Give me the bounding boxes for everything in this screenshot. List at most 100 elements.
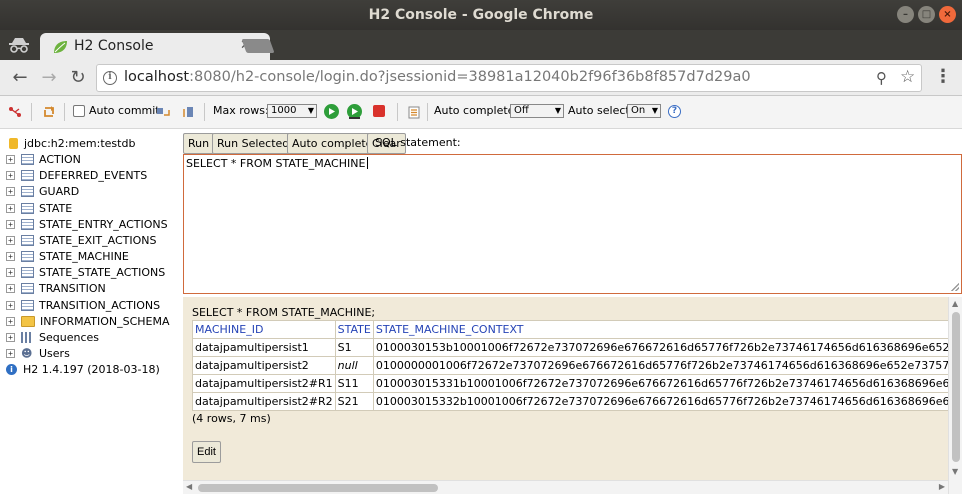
url-host: localhost bbox=[124, 69, 190, 85]
refresh-icon[interactable] bbox=[42, 105, 56, 119]
vertical-scroll-thumb[interactable] bbox=[952, 312, 960, 462]
table-cell[interactable]: datajpamultipersist2#R1 bbox=[192, 374, 336, 393]
scroll-right-icon[interactable]: ▶ bbox=[939, 482, 945, 491]
site-info-icon[interactable]: i bbox=[103, 71, 117, 85]
forward-arrow-icon[interactable]: → bbox=[37, 66, 61, 90]
auto-select-select[interactable]: On bbox=[627, 104, 661, 118]
run-selected-icon[interactable] bbox=[347, 104, 362, 119]
run-selected-button[interactable]: Run Selected bbox=[212, 133, 295, 154]
expand-icon[interactable]: + bbox=[6, 186, 15, 196]
horizontal-scrollbar[interactable]: ◀ ▶ bbox=[183, 480, 948, 494]
tree-table-guard[interactable]: + GUARD bbox=[6, 183, 79, 199]
zoom-icon[interactable]: ⚲ bbox=[876, 69, 887, 87]
table-cell[interactable]: null bbox=[334, 356, 374, 375]
table-icon bbox=[21, 282, 34, 294]
expand-icon[interactable]: + bbox=[6, 154, 15, 164]
scroll-left-icon[interactable]: ◀ bbox=[186, 482, 192, 491]
column-header[interactable]: STATE_MACHINE_CONTEXT bbox=[372, 320, 948, 339]
url-path: :8080/h2-console/login.do?jsessionid=389… bbox=[189, 69, 751, 85]
auto-complete-button[interactable]: Auto complete bbox=[287, 133, 378, 154]
tree-table-state-machine[interactable]: + STATE_MACHINE bbox=[6, 248, 129, 264]
url-text[interactable]: localhost:8080/h2-console/login.do?jsess… bbox=[124, 69, 751, 85]
bookmark-star-icon[interactable]: ☆ bbox=[900, 67, 915, 87]
h2-toolbar: Auto commit Max rows: 1000 Auto complete… bbox=[0, 96, 962, 129]
table-cell[interactable]: 010003015331b10001006f72672e737072696e67… bbox=[372, 374, 948, 393]
help-icon[interactable]: ? bbox=[668, 105, 681, 118]
expand-icon[interactable]: + bbox=[6, 300, 15, 310]
column-header[interactable]: STATE bbox=[334, 320, 374, 339]
disconnect-icon[interactable] bbox=[8, 105, 22, 119]
expand-icon[interactable]: + bbox=[6, 283, 15, 293]
scroll-up-icon[interactable]: ▲ bbox=[952, 299, 958, 308]
sequences-label: Sequences bbox=[39, 330, 99, 344]
auto-select-value: On bbox=[631, 105, 646, 116]
table-cell[interactable]: S1 bbox=[334, 338, 374, 357]
run-icon[interactable] bbox=[324, 104, 339, 119]
table-icon bbox=[21, 266, 34, 278]
vertical-scrollbar[interactable]: ▲ ▼ bbox=[948, 297, 962, 494]
expand-icon[interactable]: + bbox=[6, 203, 15, 213]
maximize-icon[interactable]: □ bbox=[918, 6, 935, 23]
table-icon bbox=[21, 169, 34, 181]
table-cell[interactable]: S11 bbox=[334, 374, 374, 393]
table-cell[interactable]: 010003015332b10001006f72672e737072696e67… bbox=[372, 392, 948, 411]
table-cell[interactable]: 0100000001006f72672e737072696e676672616d… bbox=[372, 356, 948, 375]
table-icon bbox=[21, 218, 34, 230]
tree-table-state-entry-actions[interactable]: + STATE_ENTRY_ACTIONS bbox=[6, 216, 168, 232]
back-arrow-icon[interactable]: ← bbox=[8, 66, 32, 90]
table-cell[interactable]: S21 bbox=[334, 392, 374, 411]
window-title: H2 Console - Google Chrome bbox=[368, 7, 594, 23]
max-rows-select[interactable]: 1000 bbox=[267, 104, 317, 118]
table-cell[interactable]: datajpamultipersist2 bbox=[192, 356, 336, 375]
tree-information-schema[interactable]: + INFORMATION_SCHEMA bbox=[6, 313, 170, 329]
tree-table-state-exit-actions[interactable]: + STATE_EXIT_ACTIONS bbox=[6, 232, 156, 248]
column-header[interactable]: MACHINE_ID bbox=[192, 320, 336, 339]
tree-database[interactable]: jdbc:h2:mem:testdb bbox=[9, 137, 135, 150]
expand-icon[interactable]: + bbox=[6, 348, 15, 358]
tree-users[interactable]: + ☻ Users bbox=[6, 345, 70, 361]
close-window-icon[interactable]: × bbox=[939, 6, 956, 23]
history-icon[interactable] bbox=[407, 105, 421, 119]
edit-button[interactable]: Edit bbox=[192, 441, 221, 463]
table-cell[interactable]: datajpamultipersist2#R2 bbox=[192, 392, 336, 411]
address-bar[interactable]: i localhost:8080/h2-console/login.do?jse… bbox=[96, 64, 922, 92]
tree-table-transition-actions[interactable]: + TRANSITION_ACTIONS bbox=[6, 297, 160, 313]
expand-icon[interactable]: + bbox=[6, 235, 15, 245]
chrome-menu-icon[interactable]: ⋮ bbox=[934, 66, 952, 87]
expand-icon[interactable]: + bbox=[6, 316, 15, 326]
tree-table-deferred-events[interactable]: + DEFERRED_EVENTS bbox=[6, 167, 147, 183]
sql-editor-text[interactable]: SELECT * FROM STATE_MACHINE bbox=[186, 157, 369, 170]
auto-select-label: Auto select bbox=[568, 104, 630, 117]
run-button[interactable]: Run bbox=[183, 133, 215, 154]
new-tab-button[interactable] bbox=[241, 39, 275, 53]
tree-table-state-state-actions[interactable]: + STATE_STATE_ACTIONS bbox=[6, 264, 165, 280]
info-icon: i bbox=[6, 364, 17, 375]
sql-editor[interactable]: SELECT * FROM STATE_MACHINE bbox=[183, 154, 962, 294]
reload-icon[interactable]: ↻ bbox=[66, 66, 90, 90]
expand-icon[interactable]: + bbox=[6, 219, 15, 229]
rollback-icon[interactable] bbox=[156, 105, 170, 119]
table-row: datajpamultipersist2#R2 S21 010003015332… bbox=[192, 392, 948, 411]
row-count: (4 rows, 7 ms) bbox=[192, 412, 271, 425]
tree-table-state[interactable]: + STATE bbox=[6, 200, 72, 216]
horizontal-scroll-thumb[interactable] bbox=[198, 484, 438, 492]
stop-icon[interactable] bbox=[373, 105, 385, 117]
auto-commit-checkbox[interactable] bbox=[73, 105, 85, 117]
auto-complete-select[interactable]: Off bbox=[510, 104, 564, 118]
tab-h2-console[interactable]: H2 Console ✕ bbox=[40, 33, 270, 60]
expand-icon[interactable]: + bbox=[6, 267, 15, 277]
tree-table-action[interactable]: + ACTION bbox=[6, 151, 81, 167]
tree-sequences[interactable]: + Sequences bbox=[6, 329, 99, 345]
table-cell[interactable]: 0100030153b10001006f72672e737072696e6766… bbox=[372, 338, 948, 357]
tree-table-transition[interactable]: + TRANSITION bbox=[6, 280, 106, 296]
resize-grip-icon[interactable] bbox=[951, 283, 959, 291]
commit-icon[interactable] bbox=[182, 105, 196, 119]
expand-icon[interactable]: + bbox=[6, 332, 15, 342]
minimize-icon[interactable]: – bbox=[897, 6, 914, 23]
expand-icon[interactable]: + bbox=[6, 170, 15, 180]
max-rows-value: 1000 bbox=[271, 105, 297, 116]
window-title-bar: H2 Console - Google Chrome – □ × bbox=[0, 0, 962, 30]
scroll-down-icon[interactable]: ▼ bbox=[952, 467, 958, 476]
expand-icon[interactable]: + bbox=[6, 251, 15, 261]
table-cell[interactable]: datajpamultipersist1 bbox=[192, 338, 336, 357]
